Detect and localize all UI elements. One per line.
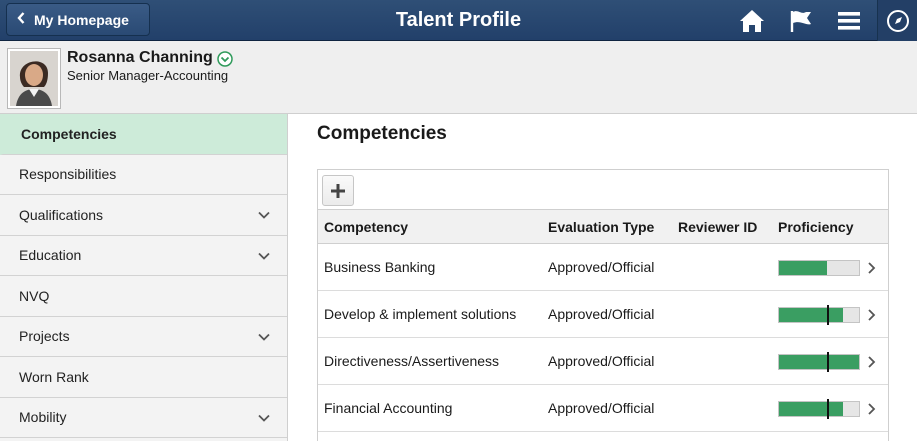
competency-cell: Develop & implement solutions <box>324 306 517 322</box>
evaluation-type-cell: Approved/Official <box>548 353 655 369</box>
sidebar-item-label: NVQ <box>19 287 50 304</box>
sidebar-item-qualifications[interactable]: Qualifications <box>0 195 287 236</box>
proficiency-fill <box>779 402 843 416</box>
home-icon[interactable] <box>737 6 767 36</box>
sidebar-item-nvq[interactable]: NVQ <box>0 276 287 317</box>
employee-name: Rosanna Channing <box>67 49 213 66</box>
evaluation-type-cell: Approved/Official <box>548 400 655 416</box>
grid-body: Business Banking Approved/Official Develop… <box>318 244 888 432</box>
table-row[interactable]: Financial Accounting Approved/Official <box>318 385 888 432</box>
section-title: Competencies <box>317 123 447 144</box>
proficiency-target-marker <box>827 305 829 325</box>
chevron-down-icon[interactable] <box>257 249 271 263</box>
sidebar-item-label: Responsibilities <box>19 166 117 183</box>
competency-cell: Business Banking <box>324 259 436 275</box>
proficiency-fill <box>779 261 827 275</box>
employee-job-title: Senior Manager-Accounting <box>67 68 229 83</box>
my-homepage-label: My Homepage <box>34 11 129 28</box>
top-banner: My Homepage Talent Profile <box>0 0 917 41</box>
chevron-left-icon <box>17 12 25 27</box>
my-homepage-button[interactable]: My Homepage <box>6 3 150 36</box>
chevron-down-circle-icon[interactable] <box>217 51 233 67</box>
evaluation-type-cell: Approved/Official <box>548 259 655 275</box>
proficiency-target-marker <box>827 352 829 372</box>
column-header-reviewer-id[interactable]: Reviewer ID <box>678 219 757 235</box>
proficiency-bar <box>778 260 860 276</box>
sidebar-item-responsibilities[interactable]: Responsibilities <box>0 155 287 195</box>
grid-header: Competency Evaluation Type Reviewer ID P… <box>318 210 888 244</box>
flag-icon[interactable] <box>786 6 816 36</box>
proficiency-bar <box>778 305 860 325</box>
proficiency-target-marker <box>827 399 829 419</box>
sidebar-item-label: Qualifications <box>19 206 104 223</box>
competency-cell: Financial Accounting <box>324 400 453 416</box>
avatar <box>7 48 61 109</box>
navbar-icon[interactable] <box>877 0 917 41</box>
chevron-down-icon[interactable] <box>257 208 271 222</box>
grid-toolbar <box>318 170 888 210</box>
column-header-competency[interactable]: Competency <box>324 219 408 235</box>
chevron-right-icon[interactable] <box>866 261 878 275</box>
menu-icon[interactable] <box>834 6 864 36</box>
column-header-proficiency[interactable]: Proficiency <box>778 219 853 235</box>
sidebar-item-mobility[interactable]: Mobility <box>0 398 287 438</box>
chevron-right-icon[interactable] <box>866 308 878 322</box>
sidebar-item-label: Competencies <box>21 125 117 142</box>
sidebar-item-label: Mobility <box>19 409 67 426</box>
sidebar-item-education[interactable]: Education <box>0 236 287 276</box>
sidebar-item-competencies[interactable]: Competencies <box>0 114 287 155</box>
sidebar-item-worn-rank[interactable]: Worn Rank <box>0 357 287 398</box>
evaluation-type-cell: Approved/Official <box>548 306 655 322</box>
chevron-right-icon[interactable] <box>866 402 878 416</box>
column-header-evaluation-type[interactable]: Evaluation Type <box>548 219 654 235</box>
proficiency-bar <box>778 352 860 372</box>
competencies-grid: Competency Evaluation Type Reviewer ID P… <box>317 169 889 441</box>
sidebar: Competencies Responsibilities Qualificatio… <box>0 114 288 441</box>
sidebar-item-label: Worn Rank <box>19 368 89 385</box>
main-content: Competencies Competency Evaluation Type … <box>289 114 917 441</box>
add-button[interactable] <box>322 175 354 206</box>
proficiency-fill <box>779 308 843 322</box>
chevron-down-icon[interactable] <box>257 330 271 344</box>
chevron-down-icon[interactable] <box>257 411 271 425</box>
competency-cell: Directiveness/Assertiveness <box>324 353 500 369</box>
chevron-right-icon[interactable] <box>866 355 878 369</box>
proficiency-fill <box>779 355 859 369</box>
table-row[interactable]: Business Banking Approved/Official <box>318 244 888 291</box>
table-row[interactable]: Directiveness/Assertiveness Approved/Offi… <box>318 338 888 385</box>
plus-icon <box>331 183 345 198</box>
sidebar-item-projects[interactable]: Projects <box>0 317 287 357</box>
sidebar-item-label: Education <box>19 247 82 264</box>
profile-header: Rosanna Channing Senior Manager-Accounti… <box>0 41 917 114</box>
table-row[interactable]: Develop & implement solutions Approved/Of… <box>318 291 888 338</box>
sidebar-item-label: Projects <box>19 328 70 345</box>
proficiency-bar <box>778 399 860 419</box>
